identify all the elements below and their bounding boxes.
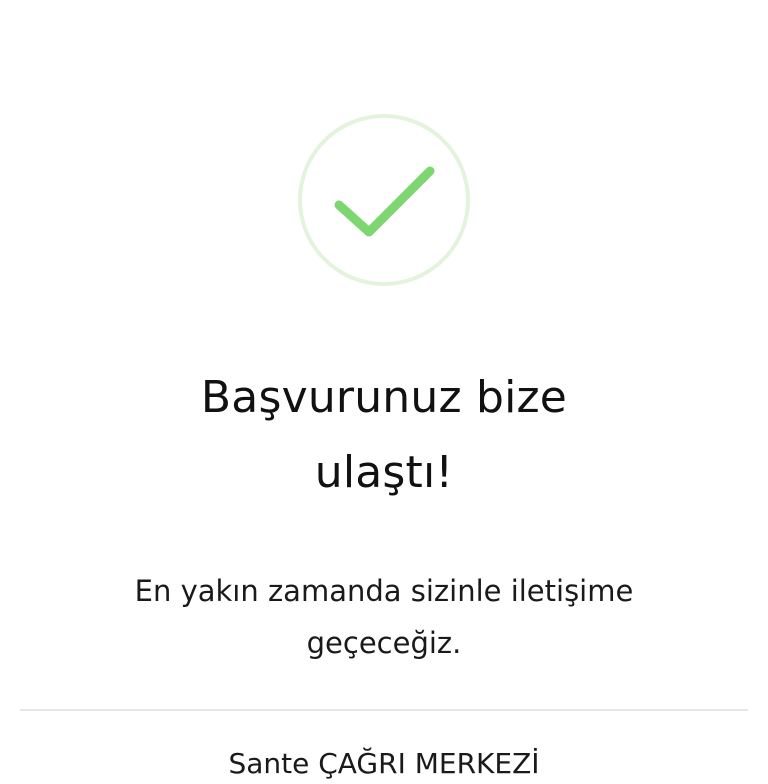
success-title: Başvurunuz bize ulaştı! xyxy=(0,360,768,510)
success-checkmark-icon xyxy=(297,113,471,287)
success-message: En yakın zamanda sizinle iletişime geçec… xyxy=(0,565,768,669)
success-message-line-1: En yakın zamanda sizinle iletişime xyxy=(134,574,634,608)
success-message-line-2: geçeceğiz. xyxy=(306,626,462,660)
divider xyxy=(20,709,748,711)
success-title-line-1: Başvurunuz bize xyxy=(200,372,568,423)
call-center-link[interactable]: Sante ÇAĞRI MERKEZİ xyxy=(0,744,768,784)
success-title-line-2: ulaştı! xyxy=(314,447,454,498)
